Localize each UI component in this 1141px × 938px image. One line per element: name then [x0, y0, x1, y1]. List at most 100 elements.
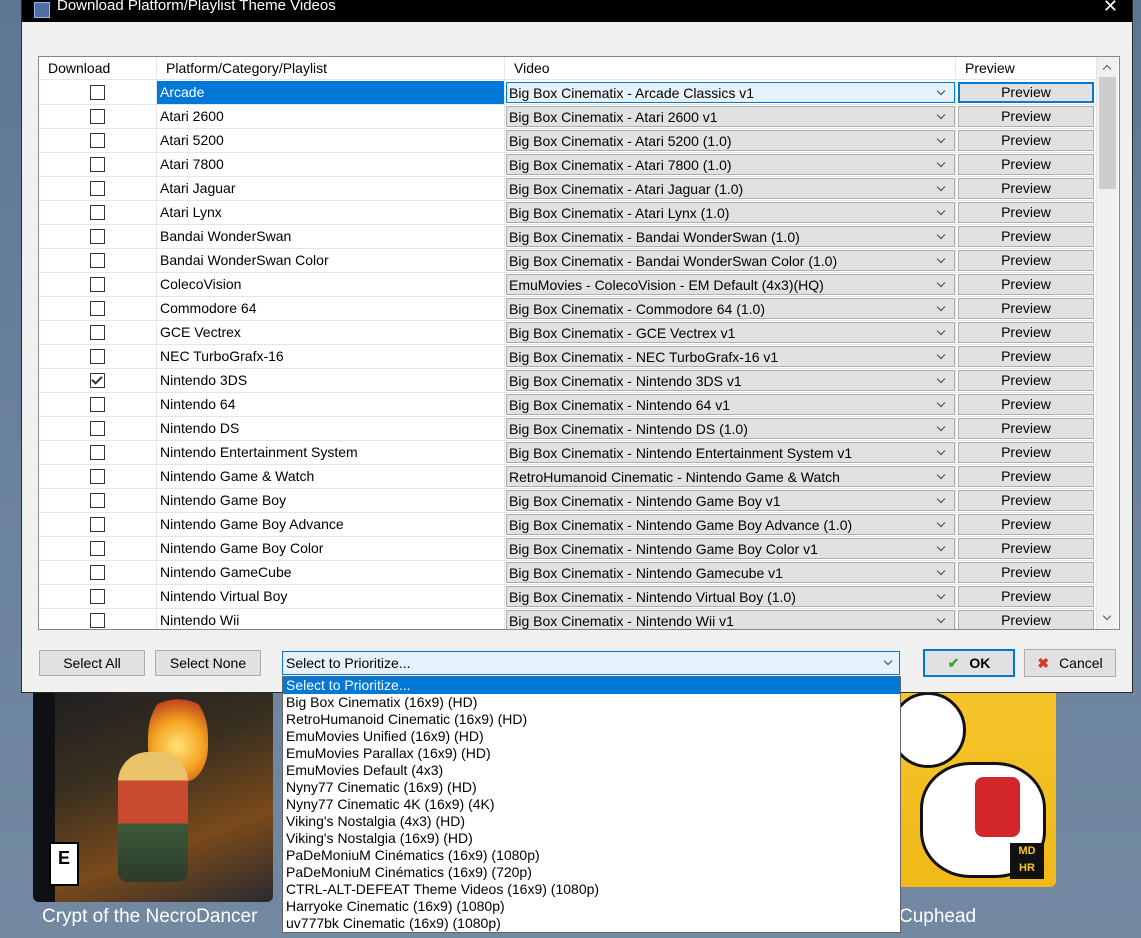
platform-cell[interactable]: GCE Vectrex — [157, 321, 505, 345]
table-row[interactable]: Atari Lynx Big Box Cinematix - Atari Lynx… — [39, 201, 1097, 225]
dropdown-option[interactable]: Viking's Nostalgia (16x9) (HD) — [283, 830, 900, 847]
video-select[interactable]: Big Box Cinematix - Nintendo Entertainme… — [506, 442, 955, 463]
preview-button[interactable]: Preview — [958, 202, 1094, 223]
dropdown-option[interactable]: PaDeMoniuM Cinématics (16x9) (720p) — [283, 864, 900, 881]
video-select[interactable]: Big Box Cinematix - Bandai WonderSwan Co… — [506, 250, 955, 271]
platform-cell[interactable]: Nintendo Game Boy — [157, 489, 505, 513]
chevron-down-icon[interactable] — [930, 419, 954, 438]
platform-cell[interactable]: Nintendo Entertainment System — [157, 441, 505, 465]
platform-cell[interactable]: Arcade — [157, 81, 505, 105]
download-checkbox[interactable] — [90, 613, 105, 628]
download-checkbox[interactable] — [90, 277, 105, 292]
chevron-down-icon[interactable] — [930, 251, 954, 270]
header-download[interactable]: Download — [39, 57, 157, 80]
preview-button[interactable]: Preview — [958, 106, 1094, 127]
download-checkbox[interactable] — [90, 181, 105, 196]
table-row[interactable]: Nintendo Game Boy Advance Big Box Cinemat… — [39, 513, 1097, 537]
select-none-button[interactable]: Select None — [155, 650, 261, 676]
video-select[interactable]: Big Box Cinematix - Atari Lynx (1.0) — [506, 202, 955, 223]
download-checkbox[interactable] — [90, 373, 105, 388]
download-checkbox[interactable] — [90, 493, 105, 508]
platform-cell[interactable]: Atari 2600 — [157, 105, 505, 129]
platform-cell[interactable]: Nintendo DS — [157, 417, 505, 441]
table-row[interactable]: Nintendo Wii Big Box Cinematix - Nintendo… — [39, 609, 1097, 629]
platform-cell[interactable]: Atari 7800 — [157, 153, 505, 177]
preview-button[interactable]: Preview — [958, 418, 1094, 439]
table-row[interactable]: ColecoVision EmuMovies - ColecoVision - E… — [39, 273, 1097, 297]
chevron-down-icon[interactable] — [930, 275, 954, 294]
table-row[interactable]: Nintendo DS Big Box Cinematix - Nintendo … — [39, 417, 1097, 441]
chevron-down-icon[interactable] — [930, 563, 954, 582]
chevron-down-icon[interactable] — [930, 443, 954, 462]
table-row[interactable]: Nintendo Virtual Boy Big Box Cinematix - … — [39, 585, 1097, 609]
table-row[interactable]: Atari 2600 Big Box Cinematix - Atari 2600… — [39, 105, 1097, 129]
platform-cell[interactable]: Bandai WonderSwan Color — [157, 249, 505, 273]
video-select[interactable]: Big Box Cinematix - Nintendo Game Boy Co… — [506, 538, 955, 559]
platform-cell[interactable]: Nintendo GameCube — [157, 561, 505, 585]
table-row[interactable]: Nintendo Game & Watch RetroHumanoid Cinem… — [39, 465, 1097, 489]
dropdown-option[interactable]: uv777bk Cinematic (16x9) (1080p) — [283, 915, 900, 932]
download-checkbox[interactable] — [90, 109, 105, 124]
scroll-down-icon[interactable] — [1097, 610, 1118, 627]
chevron-down-icon[interactable] — [930, 155, 954, 174]
dropdown-option[interactable]: Nyny77 Cinematic 4K (16x9) (4K) — [283, 796, 900, 813]
chevron-down-icon[interactable] — [930, 203, 954, 222]
preview-button[interactable]: Preview — [958, 322, 1094, 343]
download-checkbox[interactable] — [90, 205, 105, 220]
header-platform[interactable]: Platform/Category/Playlist — [157, 57, 505, 80]
chevron-down-icon[interactable] — [930, 179, 954, 198]
platform-cell[interactable]: Nintendo 3DS — [157, 369, 505, 393]
table-row[interactable]: Nintendo Entertainment System Big Box Cin… — [39, 441, 1097, 465]
platform-cell[interactable]: Nintendo Virtual Boy — [157, 585, 505, 609]
cancel-button[interactable]: ✖ Cancel — [1024, 649, 1116, 677]
download-checkbox[interactable] — [90, 301, 105, 316]
dropdown-option[interactable]: PaDeMoniuM Cinématics (16x9) (1080p) — [283, 847, 900, 864]
preview-button[interactable]: Preview — [958, 490, 1094, 511]
chevron-down-icon[interactable] — [930, 539, 954, 558]
preview-button[interactable]: Preview — [958, 394, 1094, 415]
platform-cell[interactable]: Atari 5200 — [157, 129, 505, 153]
video-select[interactable]: Big Box Cinematix - Atari Jaguar (1.0) — [506, 178, 955, 199]
download-checkbox[interactable] — [90, 397, 105, 412]
preview-button[interactable]: Preview — [958, 442, 1094, 463]
preview-button[interactable]: Preview — [958, 562, 1094, 583]
table-row[interactable]: GCE Vectrex Big Box Cinematix - GCE Vectr… — [39, 321, 1097, 345]
chevron-down-icon[interactable] — [877, 652, 899, 674]
platform-cell[interactable]: Nintendo Game Boy Advance — [157, 513, 505, 537]
chevron-down-icon[interactable] — [930, 107, 954, 126]
download-checkbox[interactable] — [90, 349, 105, 364]
close-icon[interactable]: ✕ — [1103, 0, 1118, 17]
platform-cell[interactable]: Nintendo Wii — [157, 609, 505, 629]
download-checkbox[interactable] — [90, 469, 105, 484]
chevron-down-icon[interactable] — [930, 467, 954, 486]
video-select[interactable]: Big Box Cinematix - Nintendo DS (1.0) — [506, 418, 955, 439]
video-select[interactable]: Big Box Cinematix - Nintendo Game Boy v1 — [506, 490, 955, 511]
video-select[interactable]: Big Box Cinematix - Arcade Classics v1 — [506, 82, 955, 103]
download-checkbox[interactable] — [90, 157, 105, 172]
platform-cell[interactable]: Bandai WonderSwan — [157, 225, 505, 249]
chevron-down-icon[interactable] — [930, 515, 954, 534]
video-select[interactable]: Big Box Cinematix - Commodore 64 (1.0) — [506, 298, 955, 319]
preview-button[interactable]: Preview — [958, 82, 1094, 103]
table-row[interactable]: Bandai WonderSwan Color Big Box Cinematix… — [39, 249, 1097, 273]
preview-button[interactable]: Preview — [958, 538, 1094, 559]
platform-cell[interactable]: ColecoVision — [157, 273, 505, 297]
necrodancer-cover[interactable]: E — [33, 682, 273, 902]
video-select[interactable]: Big Box Cinematix - NEC TurboGrafx-16 v1 — [506, 346, 955, 367]
dropdown-option[interactable]: RetroHumanoid Cinematic (16x9) (HD) — [283, 711, 900, 728]
dropdown-option[interactable]: CTRL-ALT-DEFEAT Theme Videos (16x9) (108… — [283, 881, 900, 898]
platform-cell[interactable]: Nintendo Game & Watch — [157, 465, 505, 489]
download-checkbox[interactable] — [90, 445, 105, 460]
platform-cell[interactable]: NEC TurboGrafx-16 — [157, 345, 505, 369]
dropdown-option[interactable]: Harryoke Cinematic (16x9) (1080p) — [283, 898, 900, 915]
video-select[interactable]: Big Box Cinematix - GCE Vectrex v1 — [506, 322, 955, 343]
chevron-down-icon[interactable] — [930, 587, 954, 606]
platform-cell[interactable]: Atari Jaguar — [157, 177, 505, 201]
video-select[interactable]: RetroHumanoid Cinematic - Nintendo Game … — [506, 466, 955, 487]
dropdown-option[interactable]: EmuMovies Unified (16x9) (HD) — [283, 728, 900, 745]
download-checkbox[interactable] — [90, 565, 105, 580]
table-row[interactable]: Atari 7800 Big Box Cinematix - Atari 7800… — [39, 153, 1097, 177]
chevron-down-icon[interactable] — [930, 611, 954, 629]
preview-button[interactable]: Preview — [958, 370, 1094, 391]
video-select[interactable]: Big Box Cinematix - Nintendo Wii v1 — [506, 610, 955, 629]
